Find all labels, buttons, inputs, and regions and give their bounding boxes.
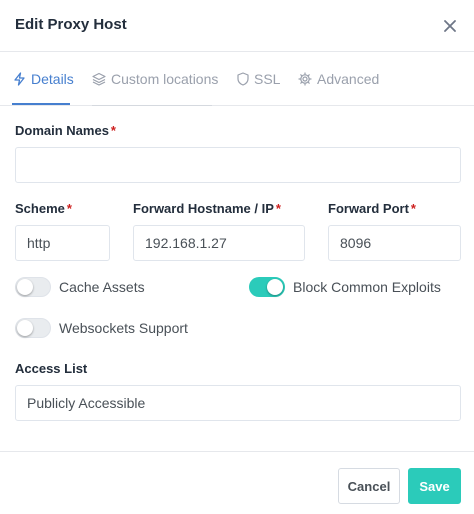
tab-ssl-label: SSL <box>254 71 281 87</box>
shield-icon <box>237 72 249 86</box>
modal-header: Edit Proxy Host <box>0 0 474 52</box>
tab-ssl[interactable]: SSL <box>237 53 280 105</box>
scheme-input[interactable] <box>15 225 110 261</box>
close-icon <box>444 20 456 32</box>
tab-advanced[interactable]: Advanced <box>298 53 379 105</box>
forward-hostname-input[interactable] <box>133 225 305 261</box>
access-list-label: Access List <box>15 361 88 376</box>
modal-title: Edit Proxy Host <box>15 16 127 33</box>
tab-bar: Details Custom locations SSL Advanced <box>0 53 474 106</box>
close-button[interactable] <box>438 14 462 38</box>
tab-custom-locations[interactable]: Custom locations <box>92 53 218 105</box>
tab-details[interactable]: Details <box>13 53 74 105</box>
domain-names-label: Domain Names * <box>15 123 116 138</box>
forward-port-label: Forward Port * <box>328 201 416 216</box>
forward-hostname-label: Forward Hostname / IP * <box>133 201 281 216</box>
cache-assets-switch[interactable] <box>15 277 51 297</box>
forward-port-input[interactable] <box>328 225 461 261</box>
scheme-label: Scheme * <box>15 201 72 216</box>
cancel-button[interactable]: Cancel <box>338 468 400 504</box>
required-marker: * <box>275 201 281 216</box>
websockets-label: Websockets Support <box>59 320 188 336</box>
tab-details-label: Details <box>31 71 74 87</box>
required-marker: * <box>66 201 72 216</box>
tab-custom-locations-label: Custom locations <box>111 71 219 87</box>
active-tab-indicator <box>12 103 70 105</box>
cache-assets-toggle-row[interactable]: Cache Assets <box>15 277 145 297</box>
block-exploits-label: Block Common Exploits <box>293 279 441 295</box>
layers-icon <box>92 72 106 86</box>
domain-names-input[interactable] <box>15 147 461 183</box>
required-marker: * <box>410 201 416 216</box>
block-exploits-switch[interactable] <box>249 277 285 297</box>
tab-advanced-label: Advanced <box>317 71 380 87</box>
save-button[interactable]: Save <box>408 468 461 504</box>
block-exploits-toggle-row[interactable]: Block Common Exploits <box>249 277 441 297</box>
required-marker: * <box>110 123 116 138</box>
bolt-icon <box>13 72 26 86</box>
websockets-switch[interactable] <box>15 318 51 338</box>
gear-icon <box>298 72 312 86</box>
access-list-select[interactable] <box>15 385 461 421</box>
cache-assets-label: Cache Assets <box>59 279 145 295</box>
tab-divider <box>92 105 212 106</box>
websockets-toggle-row[interactable]: Websockets Support <box>15 318 188 338</box>
modal-footer: Cancel Save <box>0 451 474 514</box>
